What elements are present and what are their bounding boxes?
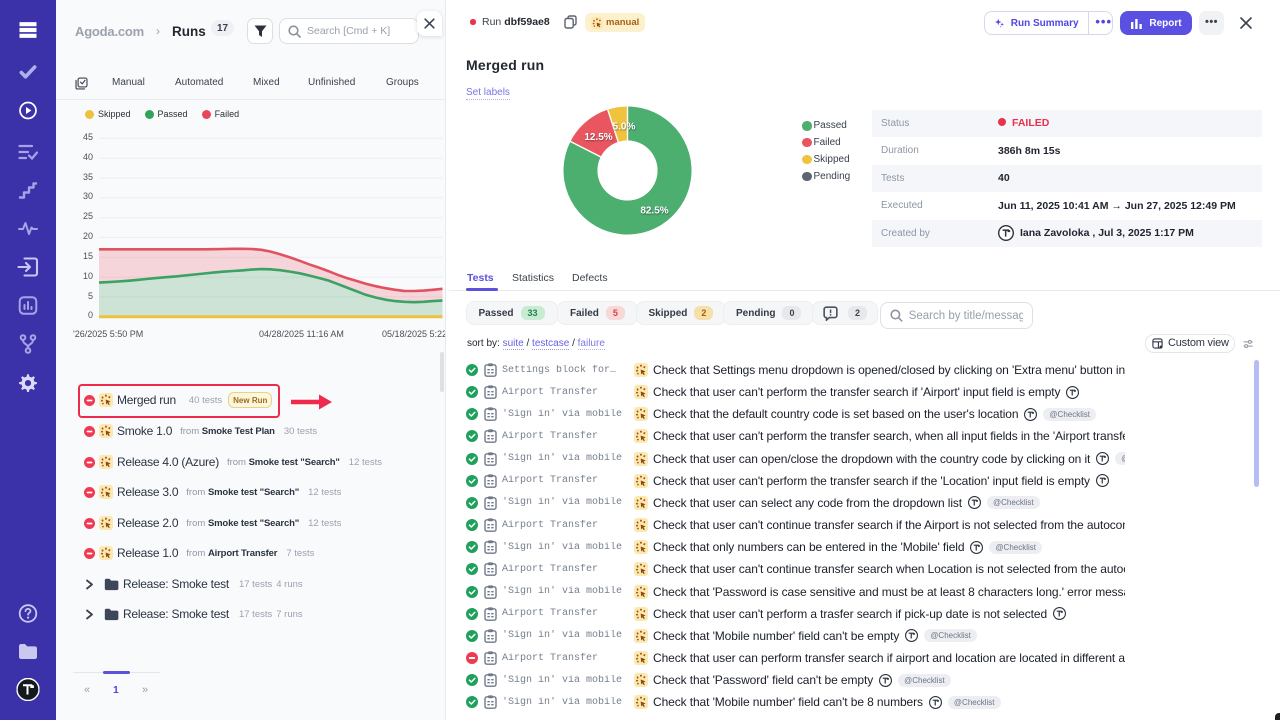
svg-text:12.5%: 12.5% [584, 132, 612, 143]
svg-text:5.0%: 5.0% [613, 122, 636, 133]
svg-text:82.5%: 82.5% [640, 206, 668, 217]
